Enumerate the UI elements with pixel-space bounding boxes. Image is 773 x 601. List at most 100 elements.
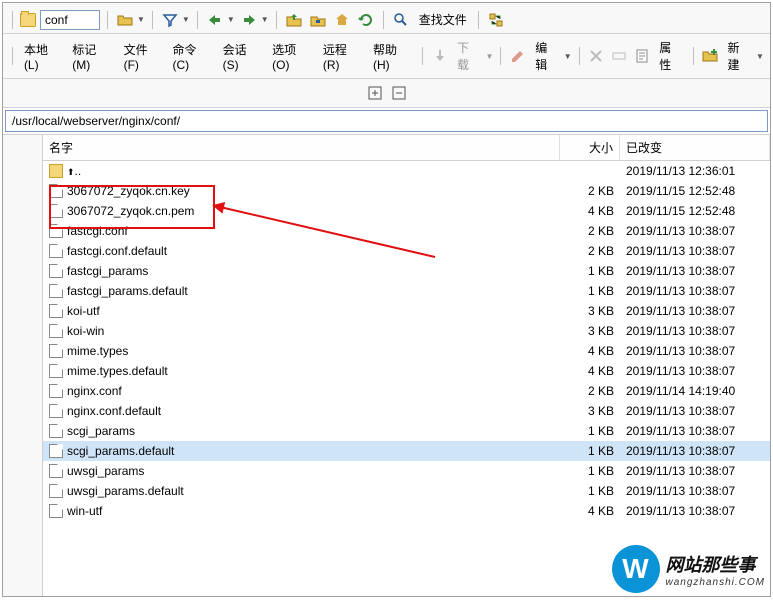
file-name: fastcgi_params <box>67 264 148 278</box>
file-row[interactable]: uwsgi_params1 KB2019/11/13 10:38:07 <box>43 461 770 481</box>
file-name: scgi_params.default <box>67 444 174 458</box>
column-headers: 名字 大小 已改变 <box>43 135 770 161</box>
edit-button[interactable]: 编辑 <box>531 37 562 75</box>
refresh-button[interactable] <box>356 10 376 30</box>
menu-mark[interactable]: 标记(M) <box>68 39 115 74</box>
file-icon <box>49 304 63 318</box>
menu-command[interactable]: 命令(C) <box>168 39 214 74</box>
file-icon <box>49 504 63 518</box>
file-size: 4 KB <box>560 342 620 360</box>
file-row[interactable]: 3067072_zyqok.cn.key2 KB2019/11/15 12:52… <box>43 181 770 201</box>
menu-options[interactable]: 选项(O) <box>268 39 315 74</box>
file-row[interactable]: win-utf4 KB2019/11/13 10:38:07 <box>43 501 770 521</box>
file-size: 1 KB <box>560 282 620 300</box>
file-name: scgi_params <box>67 424 135 438</box>
toolbar-navigation: ▼ ▼ ▼ ▼ 查找文件 <box>3 3 770 34</box>
file-icon <box>49 344 63 358</box>
file-date: 2019/11/13 10:38:07 <box>620 282 770 300</box>
filter-button[interactable] <box>160 10 180 30</box>
file-row[interactable]: scgi_params1 KB2019/11/13 10:38:07 <box>43 421 770 441</box>
file-icon <box>49 224 63 238</box>
dropdown-arrow-icon[interactable]: ▼ <box>137 15 145 24</box>
file-manager-window: ▼ ▼ ▼ ▼ 查找文件 本地(L) 标记(M) 文件(F) 命令(C) 会话(… <box>2 2 771 597</box>
home-button[interactable] <box>332 10 352 30</box>
file-row[interactable]: nginx.conf2 KB2019/11/14 14:19:40 <box>43 381 770 401</box>
file-name: uwsgi_params.default <box>67 484 184 498</box>
file-date: 2019/11/13 10:38:07 <box>620 422 770 440</box>
file-row[interactable]: nginx.conf.default3 KB2019/11/13 10:38:0… <box>43 401 770 421</box>
file-date: 2019/11/13 10:38:07 <box>620 322 770 340</box>
menu-session[interactable]: 会话(S) <box>219 39 265 74</box>
file-size: 2 KB <box>560 242 620 260</box>
file-icon <box>49 424 63 438</box>
file-name: uwsgi_params <box>67 464 144 478</box>
edit-icon[interactable] <box>508 46 527 66</box>
file-date: 2019/11/14 14:19:40 <box>620 382 770 400</box>
file-name: fastcgi_params.default <box>67 284 188 298</box>
path-input[interactable] <box>40 10 100 30</box>
properties-button[interactable]: 属性 <box>655 37 686 75</box>
address-bar[interactable]: /usr/local/webserver/nginx/conf/ <box>5 110 768 132</box>
file-date: 2019/11/13 10:38:07 <box>620 442 770 460</box>
find-file-button[interactable]: 查找文件 <box>415 9 471 30</box>
dropdown-arrow-icon[interactable]: ▼ <box>227 15 235 24</box>
file-row[interactable]: fastcgi.conf.default2 KB2019/11/13 10:38… <box>43 241 770 261</box>
new-button[interactable]: 新建 <box>724 37 755 75</box>
file-size: 4 KB <box>560 202 620 220</box>
menu-help[interactable]: 帮助(H) <box>369 39 415 74</box>
file-date: 2019/11/13 10:38:07 <box>620 362 770 380</box>
file-date: 2019/11/13 10:38:07 <box>620 502 770 520</box>
file-size <box>560 162 620 180</box>
file-row[interactable]: koi-win3 KB2019/11/13 10:38:07 <box>43 321 770 341</box>
left-gutter <box>3 135 43 596</box>
file-name: mime.types.default <box>67 364 168 378</box>
file-row[interactable]: ⬆..2019/11/13 12:36:01 <box>43 161 770 181</box>
dropdown-arrow-icon[interactable]: ▼ <box>261 15 269 24</box>
file-row[interactable]: fastcgi.conf2 KB2019/11/13 10:38:07 <box>43 221 770 241</box>
properties-icon[interactable] <box>632 46 651 66</box>
new-icon[interactable] <box>701 46 720 66</box>
file-icon <box>49 264 63 278</box>
file-row[interactable]: koi-utf3 KB2019/11/13 10:38:07 <box>43 301 770 321</box>
sync-button[interactable] <box>486 10 506 30</box>
file-row[interactable]: uwsgi_params.default1 KB2019/11/13 10:38… <box>43 481 770 501</box>
header-name[interactable]: 名字 <box>43 135 560 160</box>
file-list: ⬆..2019/11/13 12:36:013067072_zyqok.cn.k… <box>43 161 770 596</box>
toolbar-menu: 本地(L) 标记(M) 文件(F) 命令(C) 会话(S) 选项(O) 远程(R… <box>3 34 770 79</box>
parent-folder-button[interactable] <box>284 10 304 30</box>
forward-button[interactable] <box>239 10 259 30</box>
file-icon <box>49 184 63 198</box>
root-folder-button[interactable] <box>308 10 328 30</box>
expand-icon[interactable] <box>365 83 385 103</box>
menu-remote[interactable]: 远程(R) <box>319 39 365 74</box>
file-name: fastcgi.conf <box>67 224 128 238</box>
file-date: 2019/11/13 10:38:07 <box>620 342 770 360</box>
file-size: 2 KB <box>560 382 620 400</box>
menu-local[interactable]: 本地(L) <box>20 39 64 74</box>
header-size[interactable]: 大小 <box>560 135 620 160</box>
watermark-title: 网站那些事 <box>666 551 765 577</box>
file-row[interactable]: mime.types.default4 KB2019/11/13 10:38:0… <box>43 361 770 381</box>
dropdown-arrow-icon[interactable]: ▼ <box>182 15 190 24</box>
file-size: 2 KB <box>560 182 620 200</box>
file-name: mime.types <box>67 344 128 358</box>
collapse-icon[interactable] <box>389 83 409 103</box>
file-icon <box>49 404 63 418</box>
file-row[interactable]: scgi_params.default1 KB2019/11/13 10:38:… <box>43 441 770 461</box>
file-date: 2019/11/15 12:52:48 <box>620 182 770 200</box>
file-row[interactable]: 3067072_zyqok.cn.pem4 KB2019/11/15 12:52… <box>43 201 770 221</box>
file-name: koi-utf <box>67 304 100 318</box>
search-icon[interactable] <box>391 10 411 30</box>
header-changed[interactable]: 已改变 <box>620 135 770 160</box>
file-name: nginx.conf.default <box>67 404 161 418</box>
file-row[interactable]: mime.types 4 KB2019/11/13 10:38:07 <box>43 341 770 361</box>
file-date: 2019/11/13 10:38:07 <box>620 242 770 260</box>
file-row[interactable]: fastcgi_params1 KB2019/11/13 10:38:07 <box>43 261 770 281</box>
file-date: 2019/11/13 10:38:07 <box>620 222 770 240</box>
menu-file[interactable]: 文件(F) <box>120 39 165 74</box>
open-folder-button[interactable] <box>115 10 135 30</box>
file-date: 2019/11/13 10:38:07 <box>620 402 770 420</box>
file-date: 2019/11/13 10:38:07 <box>620 462 770 480</box>
back-button[interactable] <box>205 10 225 30</box>
file-row[interactable]: fastcgi_params.default 1 KB2019/11/13 10:… <box>43 281 770 301</box>
